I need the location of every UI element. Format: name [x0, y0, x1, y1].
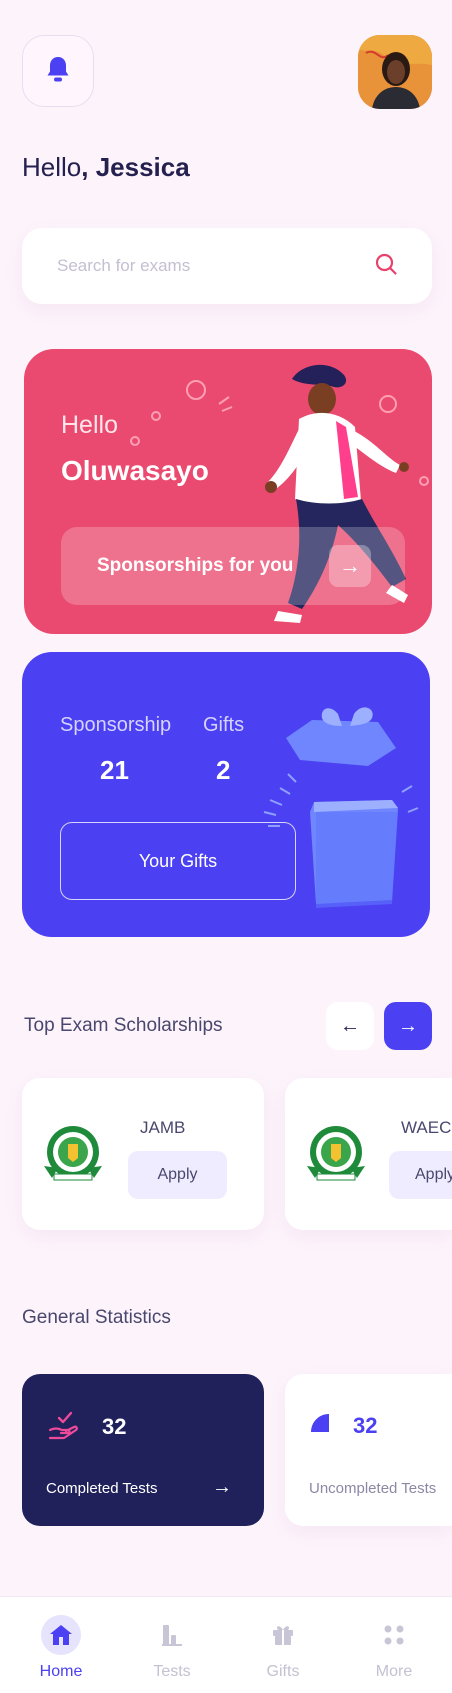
completed-tests-card[interactable]: 32 Completed Tests → [22, 1374, 264, 1526]
scholarship-card-waec[interactable]: WAEC Apply [285, 1078, 452, 1230]
arrow-right-icon: → [212, 1476, 232, 1498]
statistics-title: General Statistics [22, 1307, 171, 1328]
nav-more-label: More [375, 1663, 413, 1680]
sponsorship-stats-card: Sponsorship 21 Gifts 2 Your Gifts [22, 652, 430, 937]
uncompleted-tests-label: Uncompleted Tests [309, 1480, 437, 1497]
nav-gifts[interactable]: Gifts [233, 1597, 333, 1693]
notifications-button[interactable] [22, 35, 94, 107]
waec-logo-icon [307, 1126, 365, 1181]
exam-name: WAEC [401, 1118, 452, 1137]
greeting-prefix: Hello [22, 152, 82, 182]
search-bar [22, 228, 432, 304]
bar-chart-icon [152, 1615, 192, 1655]
scholarships-title: Top Exam Scholarships [24, 1015, 223, 1036]
sponsorship-hero-card: Hello Oluwasayo Sponsorships for you → [24, 349, 432, 634]
sponsorship-value: 21 [100, 755, 129, 785]
gift-box-illustration [263, 707, 419, 908]
bell-icon [45, 55, 71, 88]
greeting-name: , Jessica [81, 152, 190, 182]
hand-check-icon [48, 1411, 78, 1440]
scholarships-next-button[interactable]: → [384, 1002, 432, 1050]
your-gifts-button[interactable]: Your Gifts [60, 822, 296, 900]
nav-home[interactable]: Home [11, 1597, 111, 1693]
greeting: Hello, Jessica [22, 152, 190, 183]
home-icon [41, 1615, 81, 1655]
scholarship-card-jamb[interactable]: JAMB Apply [22, 1078, 264, 1230]
gifts-label: Gifts [203, 714, 245, 736]
nav-tests-label: Tests [153, 1663, 191, 1680]
avatar[interactable] [358, 35, 432, 109]
completed-tests-value: 32 [102, 1414, 127, 1439]
gift-icon [263, 1615, 303, 1655]
uncompleted-tests-card[interactable]: 32 Uncompleted Tests [285, 1374, 452, 1526]
completed-tests-label: Completed Tests [46, 1480, 158, 1497]
search-icon[interactable] [374, 252, 398, 281]
exam-name: JAMB [140, 1118, 186, 1137]
gifts-value: 2 [216, 755, 231, 785]
hero-name: Oluwasayo [61, 455, 209, 486]
bottom-navigation: Home Tests Gifts More [0, 1596, 452, 1693]
uncompleted-tests-value: 32 [353, 1413, 378, 1438]
apply-button[interactable]: Apply [128, 1151, 227, 1199]
sponsorships-button-label: Sponsorships for you [97, 555, 294, 576]
dots-grid-icon [374, 1615, 414, 1655]
scholarships-prev-button[interactable]: ← [326, 1002, 374, 1050]
nav-tests[interactable]: Tests [122, 1597, 222, 1693]
nav-gifts-label: Gifts [266, 1663, 300, 1680]
search-input[interactable] [57, 256, 357, 276]
hero-hello: Hello [61, 411, 118, 439]
jamb-logo-icon [44, 1126, 102, 1181]
arrow-right-icon: → [329, 545, 371, 587]
nav-home-label: Home [39, 1663, 83, 1680]
pie-quarter-icon [311, 1414, 329, 1432]
sponsorships-for-you-button[interactable]: Sponsorships for you → [61, 527, 405, 605]
arrow-right-icon: → [398, 1014, 418, 1037]
nav-more[interactable]: More [344, 1597, 444, 1693]
sponsorship-label: Sponsorship [60, 714, 172, 736]
arrow-left-icon: ← [340, 1014, 360, 1037]
apply-button[interactable]: Apply [389, 1151, 452, 1199]
